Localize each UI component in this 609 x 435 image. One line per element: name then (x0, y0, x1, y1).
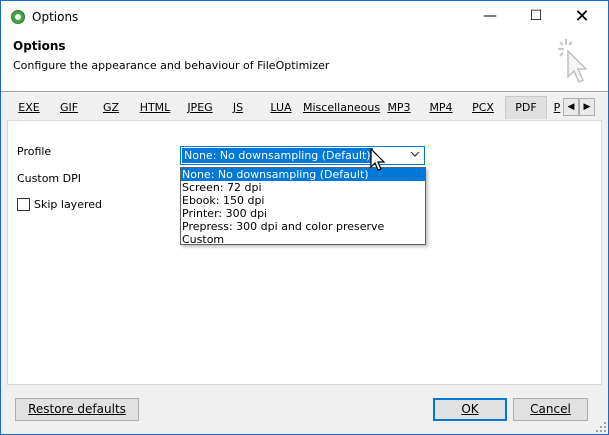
tab-gz[interactable]: GZ (99, 98, 123, 118)
profile-option-ebook[interactable]: Ebook: 150 dpi (181, 194, 425, 207)
mouse-pointer-icon (370, 148, 386, 171)
profile-option-none[interactable]: None: No downsampling (Default) (181, 168, 425, 181)
profile-option-custom[interactable]: Custom (181, 233, 425, 246)
profile-selected-value: None: No downsampling (Default) (182, 148, 373, 163)
options-window: Options — ☐ ✕ Options Configure the appe… (0, 0, 609, 435)
tab-scroll-left-icon[interactable]: ◀ (563, 98, 579, 116)
header-description: Configure the appearance and behaviour o… (13, 59, 330, 72)
minimize-button[interactable]: — (467, 1, 513, 32)
profile-option-printer[interactable]: Printer: 300 dpi (181, 207, 425, 220)
resize-grip-icon[interactable] (596, 422, 606, 432)
tab-pcx[interactable]: PCX (468, 98, 498, 118)
tab-jpeg[interactable]: JPEG (181, 98, 219, 118)
tab-scroll-right-icon[interactable]: ▶ (579, 98, 595, 116)
tab-miscellaneous[interactable]: Miscellaneous (303, 98, 380, 118)
restore-defaults-button[interactable]: Restore defaults (15, 398, 139, 421)
tab-mp4[interactable]: MP4 (427, 98, 455, 118)
skip-layered-checkbox[interactable] (17, 198, 30, 211)
tab-html[interactable]: HTML (137, 98, 173, 118)
window-title: Options (32, 10, 79, 24)
fileoptimizer-app-icon (11, 10, 25, 24)
custom-dpi-label: Custom DPI (17, 172, 81, 185)
profile-label: Profile (17, 145, 52, 158)
tab-lua[interactable]: LUA (265, 98, 297, 118)
profile-combobox[interactable]: None: No downsampling (Default) (180, 146, 425, 165)
tab-pdf[interactable]: PDF (505, 96, 547, 119)
chevron-down-icon[interactable] (410, 149, 420, 159)
title-bar: Options — ☐ ✕ (1, 1, 608, 34)
tab-strip: EXE GIF GZ HTML JPEG JS LUA Miscellaneou… (7, 96, 595, 120)
tab-mp3[interactable]: MP3 (385, 98, 413, 118)
tab-exe[interactable]: EXE (13, 98, 45, 118)
cancel-button[interactable]: Cancel (513, 398, 588, 421)
skip-layered-label[interactable]: Skip layered (34, 198, 102, 211)
maximize-button[interactable]: ☐ (513, 1, 559, 32)
header-title: Options (13, 39, 66, 53)
options-header: Options Configure the appearance and beh… (1, 34, 608, 92)
pdf-options-panel: Profile Custom DPI Skip layered None: No… (7, 120, 602, 385)
cursor-click-icon (558, 39, 588, 84)
profile-option-prepress[interactable]: Prepress: 300 dpi and color preserve (181, 220, 425, 233)
close-button[interactable]: ✕ (559, 1, 605, 32)
ok-button[interactable]: OK (433, 398, 507, 421)
profile-option-screen[interactable]: Screen: 72 dpi (181, 181, 425, 194)
tab-p[interactable]: P (552, 98, 562, 118)
tab-gif[interactable]: GIF (55, 98, 83, 118)
profile-dropdown-list: None: No downsampling (Default) Screen: … (180, 167, 426, 246)
tab-js[interactable]: JS (227, 98, 249, 118)
